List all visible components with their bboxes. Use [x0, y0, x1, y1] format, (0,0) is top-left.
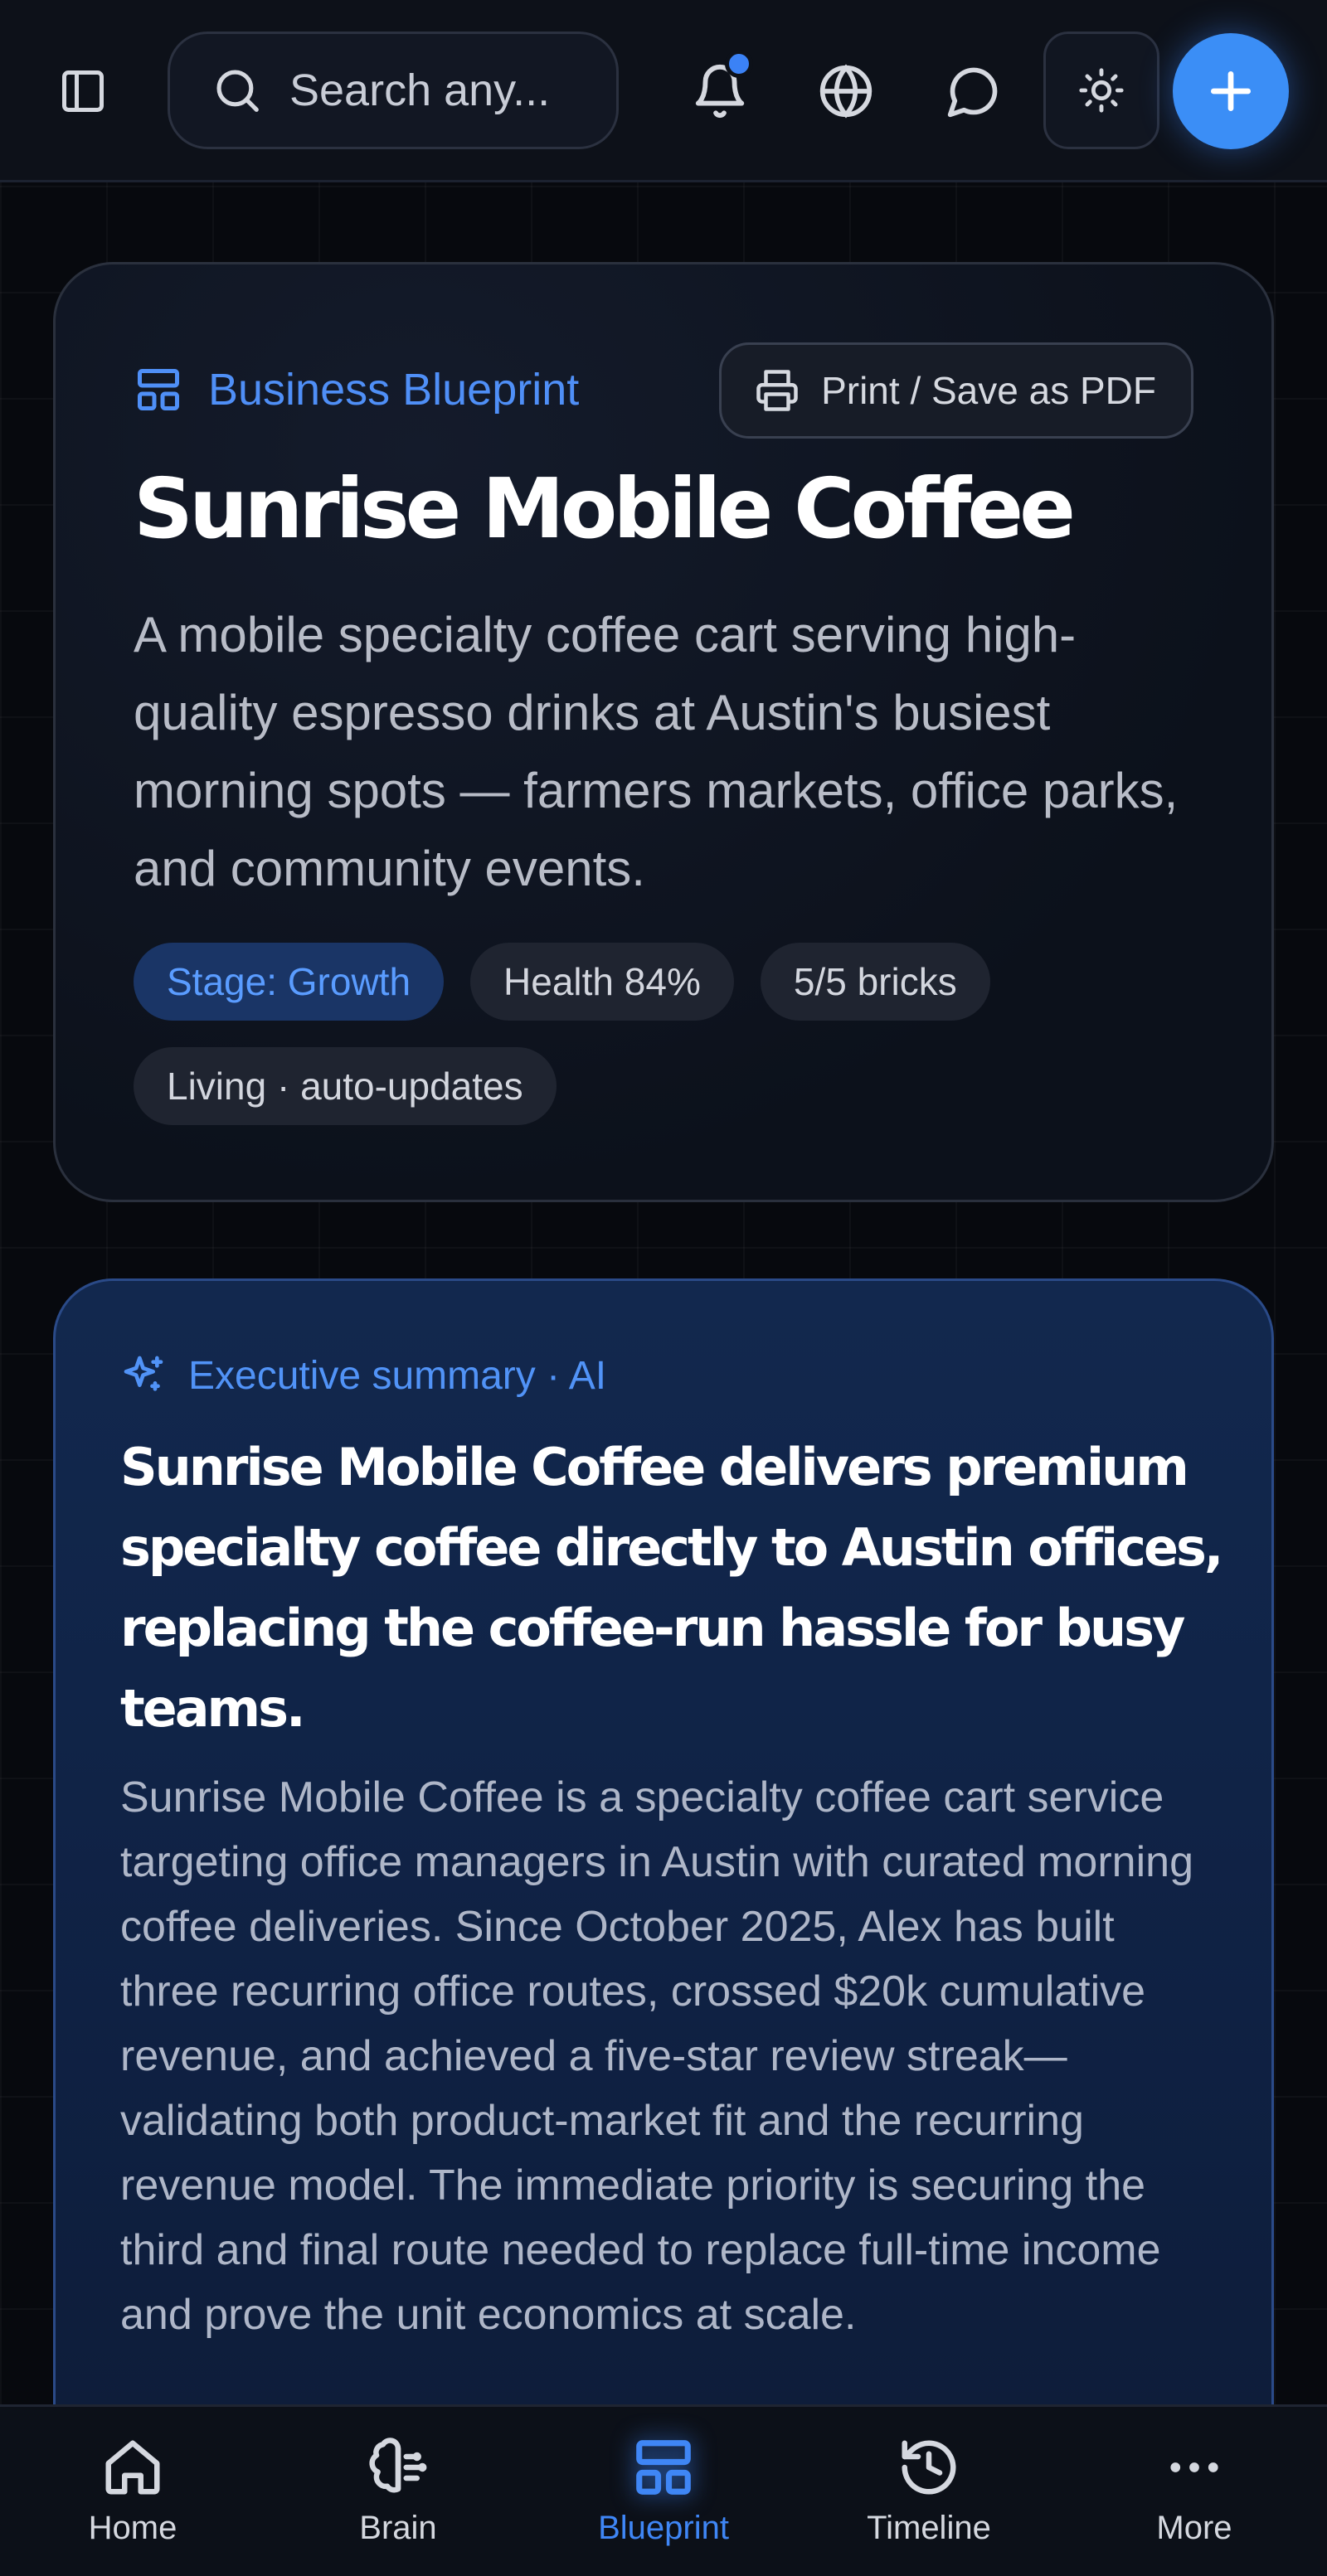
notification-dot: [725, 50, 753, 78]
add-button[interactable]: [1173, 33, 1289, 149]
health-badge: Health 84%: [470, 943, 734, 1021]
summary-body: Sunrise Mobile Coffee is a specialty cof…: [120, 1773, 1193, 2339]
language-button[interactable]: [806, 51, 886, 131]
blueprint-hero-card: Business Blueprint Print / Save as PDF S…: [53, 262, 1274, 1202]
search-icon: [216, 70, 259, 112]
search-box[interactable]: [168, 32, 619, 149]
nav-label-more: More: [1156, 2510, 1232, 2546]
blueprint-icon: [636, 2440, 691, 2495]
living-badge: Living · auto-updates: [134, 1047, 557, 1125]
nav-label-home: Home: [88, 2510, 177, 2546]
status-chips: Stage: Growth Health 84% 5/5 bricks Livi…: [134, 943, 1212, 1125]
blueprint-icon: [138, 369, 179, 410]
chat-icon: [947, 67, 998, 118]
theme-toggle-button[interactable]: [1043, 32, 1159, 149]
print-save-pdf-label: Print / Save as PDF: [821, 369, 1156, 412]
home-icon: [105, 2440, 160, 2495]
brain-icon: [369, 2438, 427, 2493]
nav-item-home[interactable]: Home: [0, 2407, 265, 2576]
printer-icon: [756, 370, 798, 411]
stage-badge: Stage: Growth: [134, 943, 445, 1021]
executive-summary-label: Executive summary · AI: [188, 1353, 607, 1398]
nav-label-blueprint: Blueprint: [598, 2510, 729, 2546]
nav-item-more[interactable]: More: [1062, 2407, 1327, 2576]
bottom-navigation: Home Brain Blueprint Timeline More: [0, 2404, 1327, 2576]
sidebar-toggle-icon: [62, 70, 104, 112]
sun-icon: [1079, 68, 1124, 113]
nav-item-blueprint[interactable]: Blueprint: [531, 2407, 796, 2576]
blueprint-eyebrow: Business Blueprint: [134, 364, 579, 415]
top-bar: [0, 0, 1327, 182]
plus-icon: [1210, 70, 1252, 112]
search-input[interactable]: [289, 65, 588, 116]
executive-summary-card: Executive summary · AI Sunrise Mobile Co…: [53, 1278, 1274, 2576]
bricks-badge: 5/5 bricks: [760, 943, 990, 1021]
sparkles-icon: [124, 1356, 163, 1391]
page-title: Sunrise Mobile Coffee: [134, 460, 1076, 557]
executive-summary-eyebrow: Executive summary · AI: [120, 1352, 606, 1399]
history-icon: [902, 2440, 956, 2495]
summary-headline: Sunrise Mobile Coffee delivers premium s…: [120, 1437, 1223, 1739]
more-icon: [1170, 2462, 1218, 2472]
blueprint-eyebrow-label: Business Blueprint: [208, 365, 580, 415]
nav-label-brain: Brain: [359, 2510, 437, 2546]
business-description: A mobile specialty coffee cart serving h…: [134, 607, 1179, 896]
sidebar-toggle-button[interactable]: [50, 58, 116, 124]
globe-icon: [819, 64, 873, 119]
nav-label-timeline: Timeline: [867, 2510, 991, 2546]
chat-button[interactable]: [934, 51, 1013, 131]
nav-item-timeline[interactable]: Timeline: [796, 2407, 1062, 2576]
nav-item-brain[interactable]: Brain: [265, 2407, 531, 2576]
print-save-pdf-button[interactable]: Print / Save as PDF: [719, 342, 1193, 439]
